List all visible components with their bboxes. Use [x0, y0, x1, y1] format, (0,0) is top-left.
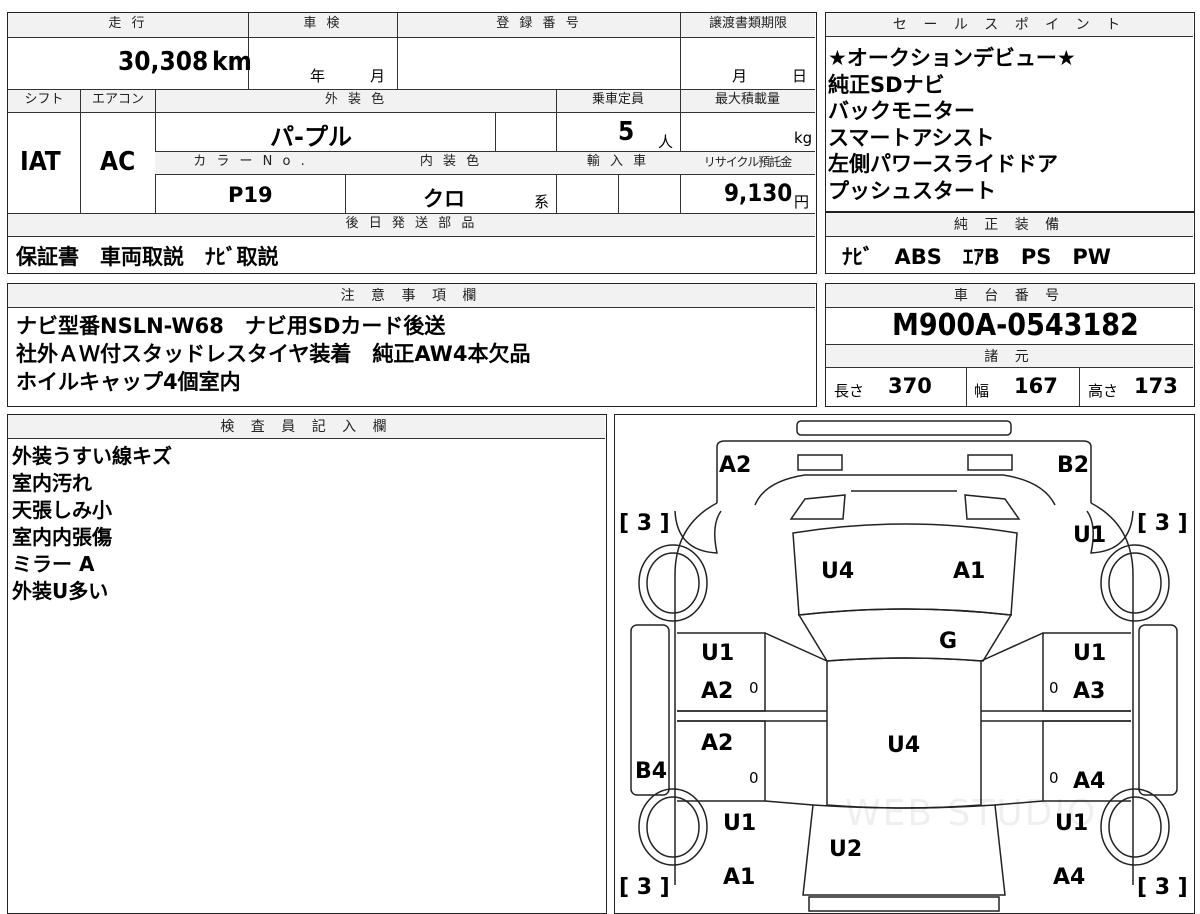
capacity-unit: 人 — [658, 133, 674, 151]
interior-color-header: 内 装 色 — [419, 154, 483, 169]
ac-header: エアコン — [91, 92, 144, 107]
watermark: WEB STUDIO — [845, 793, 1098, 834]
sales-point-item: バックモニター — [828, 99, 975, 123]
ac-value: AC — [100, 147, 136, 177]
inspector-line: 天張しみ小 — [12, 498, 112, 522]
roof-damage: U4 — [887, 733, 921, 758]
exterior-color-header: 外 装 色 — [324, 92, 388, 107]
note-line: ナビ型番NSLN-W68 ナビ用SDカード後送 — [16, 314, 446, 338]
inspection-header: 車 検 — [303, 16, 343, 31]
genuine-equipment-panel: 純 正 装 備 ﾅﾋﾞ ABS ｴｱB PS PW — [825, 212, 1195, 274]
color-no-value: P19 — [228, 183, 273, 207]
width-label: 幅 — [974, 382, 990, 400]
sales-points-header: セ ー ル ス ポ イ ン ト — [826, 13, 1193, 37]
door-fr-zero: 0 — [1049, 679, 1059, 697]
front-right-damage: B2 — [1057, 453, 1090, 478]
vehicle-info-panel: 走 行 車 検 登 録 番 号 譲渡書類期限 30,308 km 年 月 月 日… — [7, 12, 817, 274]
hood-left-damage: U4 — [821, 559, 855, 584]
length-label: 長さ — [834, 382, 865, 400]
chassis-panel: 車 台 番 号 M900A-0543182 諸 元 長さ 370 幅 167 高… — [825, 283, 1195, 407]
shift-header: シフト — [24, 92, 64, 107]
sales-point-item: ★オークションデビュー★ — [828, 46, 1076, 70]
width-value: 167 — [1014, 374, 1058, 398]
chassis-number: M900A-0543182 — [892, 308, 1139, 343]
notes-panel: 注 意 事 項 欄 ナビ型番NSLN-W68 ナビ用SDカード後送 社外ＡＷ付ス… — [7, 283, 817, 407]
max-load-unit: kg — [794, 129, 813, 147]
inspector-line: 外装U多い — [12, 579, 109, 603]
inspector-header: 検 査 員 記 入 欄 — [8, 415, 605, 439]
tire-left-top-label: [ 3 ] — [619, 511, 670, 536]
inspector-line: 室内汚れ — [12, 471, 92, 495]
sales-point-item: プッシュスタート — [828, 178, 996, 203]
height-label: 高さ — [1088, 382, 1119, 400]
rear-center-damage: U2 — [829, 837, 863, 862]
tire-left-bottom-label: [ 3 ] — [619, 875, 670, 900]
door-rr-zero: 0 — [1049, 769, 1059, 787]
exterior-color-value: パ-プル — [270, 123, 352, 151]
sales-points-list: ★オークションデビュー★ 純正SDナビ バックモニター スマートアシスト 左側パ… — [828, 45, 1076, 204]
door-rr-damage: A4 — [1073, 769, 1106, 794]
interior-color-value: クロ — [423, 187, 465, 211]
genuine-equipment-header: 純 正 装 備 — [826, 213, 1193, 237]
spec-header: 諸 元 — [826, 344, 1193, 368]
sales-point-item: 左側パワースライドドア — [828, 152, 1058, 176]
mileage-value: 30,308 — [118, 47, 209, 77]
recycle-fee-value: 9,130 — [724, 179, 793, 207]
rear-fender-left-damage: U1 — [723, 811, 757, 836]
rear-right-damage: A4 — [1053, 865, 1086, 890]
inspection-month: 月 — [370, 67, 386, 85]
tire-right-bottom-label: [ 3 ] — [1137, 875, 1188, 900]
fender-right-front-damage: U1 — [1073, 523, 1107, 548]
mileage-header: 走 行 — [108, 16, 148, 31]
length-value: 370 — [888, 374, 932, 398]
note-line: 社外ＡＷ付スタッドレスタイヤ装着 純正AW4本欠品 — [16, 342, 531, 366]
door-fl-damage-1: U1 — [701, 641, 735, 666]
note-line: ホイルキャップ4個室内 — [16, 370, 241, 394]
door-rl-damage: A2 — [701, 731, 734, 756]
inspection-year: 年 — [310, 67, 326, 85]
transfer-day: 日 — [792, 67, 808, 85]
door-fl-zero: 0 — [749, 679, 759, 697]
genuine-equipment-text: ﾅﾋﾞ ABS ｴｱB PS PW — [842, 245, 1111, 269]
front-left-damage: A2 — [719, 453, 752, 478]
max-load-header: 最大積載量 — [714, 92, 780, 107]
door-rl-zero: 0 — [749, 769, 759, 787]
sales-point-item: スマートアシスト — [828, 125, 995, 150]
inspector-line: 室内内張傷 — [12, 525, 112, 549]
capacity-header: 乗車定員 — [591, 92, 644, 107]
windshield-damage: G — [939, 629, 958, 654]
sales-point-item: 純正SDナビ — [828, 72, 945, 97]
notes-header: 注 意 事 項 欄 — [8, 284, 815, 308]
rear-left-damage: A1 — [723, 865, 756, 890]
sill-left-damage: B4 — [635, 759, 668, 784]
chassis-header: 車 台 番 号 — [826, 284, 1193, 308]
height-value: 173 — [1134, 374, 1178, 398]
transfer-header: 譲渡書類期限 — [708, 16, 787, 31]
car-diagram-panel: [ 3 ] [ 3 ] [ 3 ] [ 3 ] A2 B2 U1 U4 A1 G… — [614, 414, 1195, 914]
recycle-fee-unit: 円 — [794, 193, 810, 211]
hood-right-damage: A1 — [953, 559, 986, 584]
import-header: 輸 入 車 — [586, 154, 650, 169]
shift-value: IAT — [20, 147, 61, 177]
mileage-unit: km — [212, 47, 252, 77]
capacity-value: 5 — [618, 117, 635, 147]
door-fr-damage-2: A3 — [1073, 679, 1106, 704]
later-parts-text: 保証書 車両取説 ﾅﾋﾞ取説 — [16, 245, 279, 269]
recycle-header: リサイクル預託金 — [703, 155, 792, 169]
interior-color-suffix: 系 — [534, 193, 550, 211]
transfer-month: 月 — [732, 67, 748, 85]
door-fl-damage-2: A2 — [701, 679, 734, 704]
color-no-header: カ ラ ー N o . — [193, 154, 308, 169]
sales-points-panel: セ ー ル ス ポ イ ン ト ★オークションデビュー★ 純正SDナビ バックモ… — [825, 12, 1195, 212]
door-fr-damage-1: U1 — [1073, 641, 1107, 666]
later-parts-header: 後 日 発 送 部 品 — [345, 216, 478, 231]
tire-right-top-label: [ 3 ] — [1137, 511, 1188, 536]
inspector-line: 外装うすい線キズ — [12, 444, 172, 468]
inspector-line: ミラー A — [12, 552, 95, 576]
inspector-panel: 検 査 員 記 入 欄 外装うすい線キズ 室内汚れ 天張しみ小 室内内張傷 ミラ… — [7, 414, 607, 914]
registration-header: 登 録 番 号 — [496, 16, 582, 31]
